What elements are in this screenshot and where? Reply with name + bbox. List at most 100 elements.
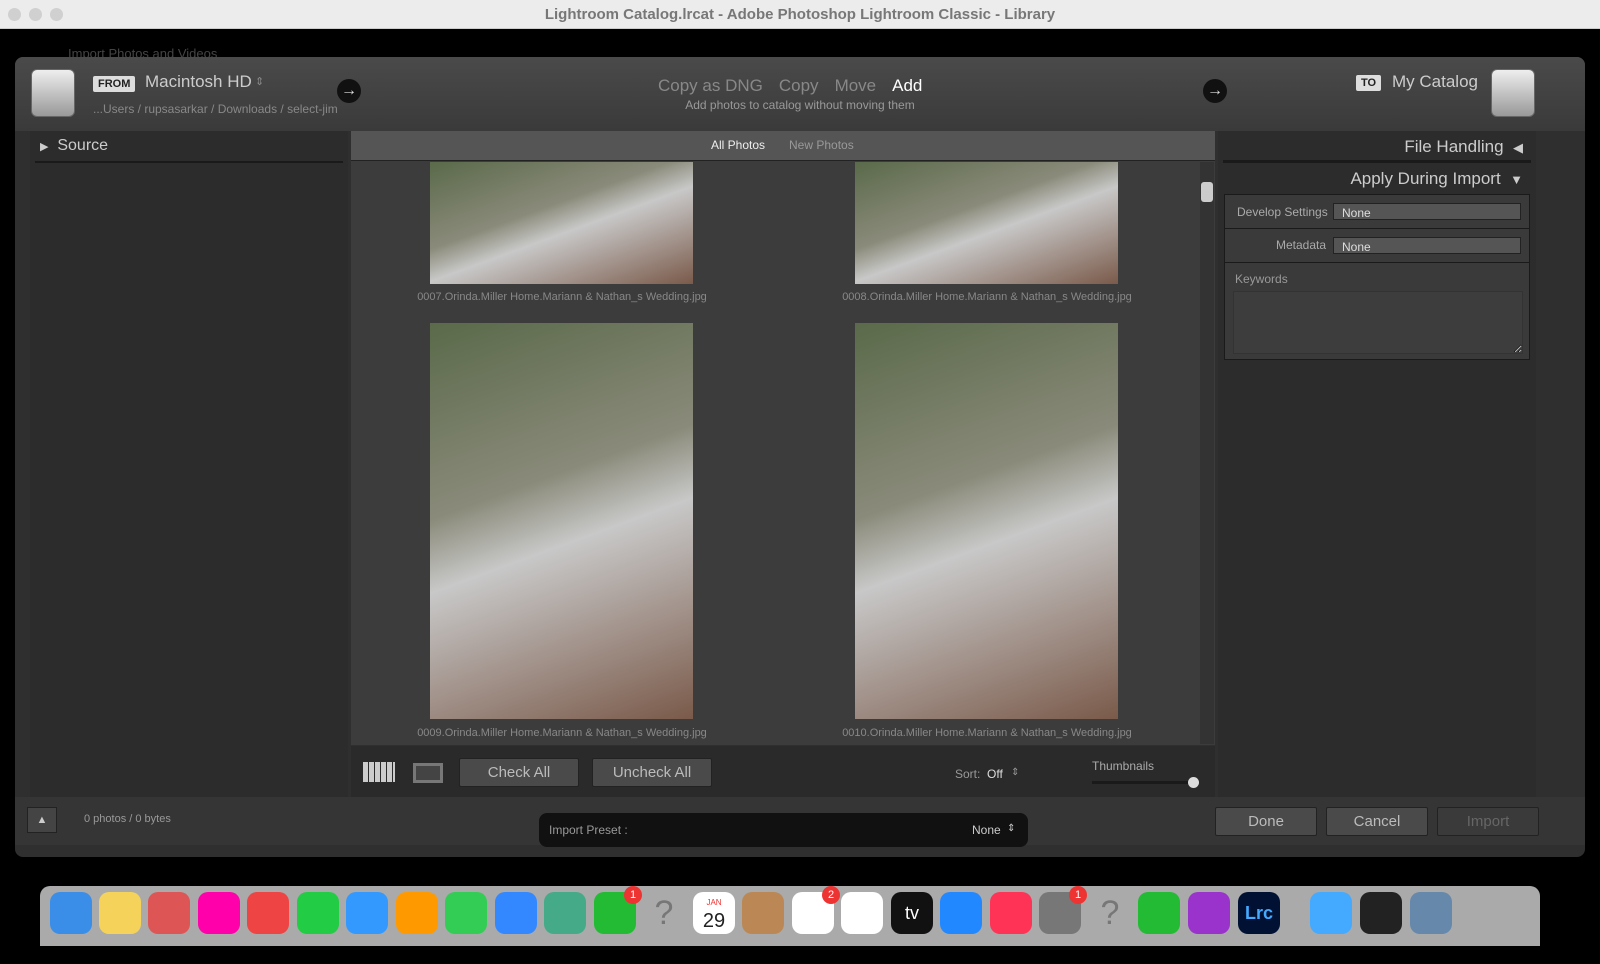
dock-facetime-icon[interactable]: 1 bbox=[594, 886, 642, 934]
scrollbar-thumb[interactable] bbox=[1201, 182, 1213, 202]
apply-during-import-label: Apply During Import bbox=[1350, 169, 1501, 188]
dock-pages-icon[interactable] bbox=[396, 892, 438, 934]
dock-unknown-icon[interactable]: ? bbox=[1089, 892, 1131, 934]
grid-view-icon[interactable] bbox=[363, 762, 395, 782]
keywords-label: Keywords bbox=[1235, 272, 1288, 286]
dock-preview-icon[interactable] bbox=[1410, 892, 1452, 934]
photo-filename: 0009.Orinda.Miller Home.Mariann & Nathan… bbox=[417, 727, 707, 739]
cancel-button[interactable]: Cancel bbox=[1326, 807, 1428, 836]
grid-tabs: All Photos New Photos bbox=[351, 131, 1215, 161]
import-preset-select[interactable]: None bbox=[972, 823, 1001, 837]
collapse-up-icon[interactable]: ▲ bbox=[27, 807, 57, 833]
dock-whatsapp-icon[interactable] bbox=[297, 892, 339, 934]
file-handling-header[interactable]: File Handling ◀ bbox=[1223, 137, 1531, 163]
sort-select[interactable]: Off bbox=[987, 767, 1003, 781]
loupe-view-icon[interactable] bbox=[413, 763, 443, 783]
check-all-button[interactable]: Check All bbox=[459, 758, 579, 787]
photo-thumbnail[interactable] bbox=[855, 323, 1118, 719]
dock-chrome-icon[interactable] bbox=[247, 892, 289, 934]
import-button[interactable]: Import bbox=[1437, 807, 1539, 836]
grid-scrollbar[interactable] bbox=[1200, 162, 1214, 744]
right-panel: File Handling ◀ Apply During Import ▼ De… bbox=[1218, 131, 1536, 797]
preset-chevron-icon[interactable]: ⇕ bbox=[1007, 823, 1015, 834]
mode-copy-as-dng[interactable]: Copy as DNG bbox=[658, 76, 763, 96]
keywords-input[interactable] bbox=[1233, 291, 1523, 354]
source-label: Source bbox=[57, 137, 109, 154]
status-text: 0 photos / 0 bytes bbox=[84, 813, 171, 825]
grid-toolbar: Check All Uncheck All Sort: Off ⇕ Thumbn… bbox=[351, 746, 1215, 797]
dock-reminders-icon[interactable]: 2 bbox=[792, 886, 840, 934]
calendar-month: JAN bbox=[706, 898, 722, 907]
dock-music-icon[interactable] bbox=[990, 892, 1032, 934]
dock-tv-icon[interactable]: tv bbox=[891, 892, 933, 934]
dock-system-settings-icon[interactable]: 1 bbox=[1039, 886, 1087, 934]
mode-copy[interactable]: Copy bbox=[779, 76, 819, 96]
calendar-day: 29 bbox=[702, 910, 726, 932]
sort-chevron-icon[interactable]: ⇕ bbox=[1011, 767, 1019, 778]
dock-notes-icon[interactable] bbox=[99, 892, 141, 934]
title-bar: Lightroom Catalog.lrcat - Adobe Photosho… bbox=[0, 0, 1600, 29]
to-tag: TO bbox=[1356, 75, 1382, 91]
photo-thumbnail[interactable] bbox=[430, 162, 693, 284]
develop-settings-label: Develop Settings bbox=[1237, 205, 1328, 219]
arrow-right-icon: → bbox=[1203, 79, 1227, 103]
dock-trash-icon[interactable] bbox=[1480, 892, 1522, 934]
dock-numbers-icon[interactable] bbox=[1138, 892, 1180, 934]
metadata-select[interactable]: None bbox=[1333, 237, 1521, 254]
left-panel: ▶ Source bbox=[30, 131, 348, 797]
dock-safari-icon[interactable] bbox=[346, 892, 388, 934]
destination-label[interactable]: My Catalog bbox=[1392, 72, 1478, 92]
dock-maps-icon[interactable] bbox=[544, 892, 586, 934]
import-header: FROM Macintosh HD ⇕ ...Users / rupsasark… bbox=[15, 57, 1585, 131]
dock-calendar-icon[interactable]: JAN 29 bbox=[693, 892, 735, 934]
triangle-left-icon: ◀ bbox=[1513, 140, 1523, 155]
import-preset-label: Import Preset : bbox=[549, 823, 628, 837]
dock-app-store-icon[interactable] bbox=[940, 892, 982, 934]
tab-all-photos[interactable]: All Photos bbox=[711, 138, 765, 152]
slider-handle[interactable] bbox=[1188, 777, 1199, 788]
dock-lightroom-classic-icon[interactable]: Lrc bbox=[1238, 892, 1280, 934]
photo-thumbnail[interactable] bbox=[430, 323, 693, 719]
thumbnails-label: Thumbnails bbox=[1092, 759, 1155, 773]
photo-filename: 0010.Orinda.Miller Home.Mariann & Nathan… bbox=[842, 727, 1132, 739]
dock-mail-icon[interactable] bbox=[495, 892, 537, 934]
destination-disk-icon bbox=[1491, 69, 1535, 117]
dock-freeform-icon[interactable] bbox=[841, 892, 883, 934]
source-chevron-icon[interactable]: ⇕ bbox=[255, 75, 264, 88]
triangle-down-icon: ▼ bbox=[1510, 172, 1523, 187]
photo-filename: 0008.Orinda.Miller Home.Mariann & Nathan… bbox=[842, 291, 1132, 303]
source-section-header[interactable]: ▶ Source bbox=[35, 137, 343, 163]
develop-settings-select[interactable]: None bbox=[1333, 203, 1521, 220]
dock-photos-icon[interactable] bbox=[198, 892, 240, 934]
apply-during-import-section: Develop Settings None Metadata None Keyw… bbox=[1224, 194, 1530, 360]
photo-filename: 0007.Orinda.Miller Home.Mariann & Nathan… bbox=[417, 291, 707, 303]
tab-new-photos[interactable]: New Photos bbox=[789, 138, 854, 152]
metadata-label: Metadata bbox=[1276, 238, 1327, 252]
notification-badge: 1 bbox=[1069, 886, 1087, 904]
done-button[interactable]: Done bbox=[1215, 807, 1317, 836]
dock-quicktime-icon[interactable] bbox=[1310, 892, 1352, 934]
tv-label: tv bbox=[904, 903, 919, 923]
mode-move[interactable]: Move bbox=[835, 76, 877, 96]
sort-label: Sort: bbox=[955, 767, 981, 781]
triangle-right-icon: ▶ bbox=[40, 141, 49, 153]
notification-badge: 1 bbox=[624, 886, 642, 904]
import-footer: ▲ 0 photos / 0 bytes Import Preset : Non… bbox=[15, 797, 1585, 847]
dock-unknown-icon[interactable]: ? bbox=[643, 892, 685, 934]
dock-podcasts-icon[interactable] bbox=[1188, 892, 1230, 934]
lrc-label: Lrc bbox=[1244, 903, 1273, 923]
mode-add[interactable]: Add bbox=[892, 76, 922, 96]
dock-frame-icon[interactable] bbox=[1360, 892, 1402, 934]
thumbnail-size-slider[interactable] bbox=[1092, 781, 1192, 784]
uncheck-all-button[interactable]: Uncheck All bbox=[592, 758, 712, 787]
dock-messages-icon[interactable] bbox=[445, 892, 487, 934]
apply-during-import-header[interactable]: Apply During Import ▼ bbox=[1223, 169, 1531, 193]
dock-finder-icon[interactable] bbox=[50, 892, 92, 934]
import-preset-bar[interactable]: Import Preset : None ⇕ bbox=[539, 813, 1028, 847]
dock-contacts-icon[interactable] bbox=[742, 892, 784, 934]
source-selector[interactable]: Macintosh HD bbox=[145, 72, 252, 92]
photo-thumbnail[interactable] bbox=[855, 162, 1118, 284]
from-tag: FROM bbox=[93, 76, 136, 92]
window-title: Lightroom Catalog.lrcat - Adobe Photosho… bbox=[544, 6, 1056, 23]
dock-launchpad-icon[interactable] bbox=[148, 892, 190, 934]
